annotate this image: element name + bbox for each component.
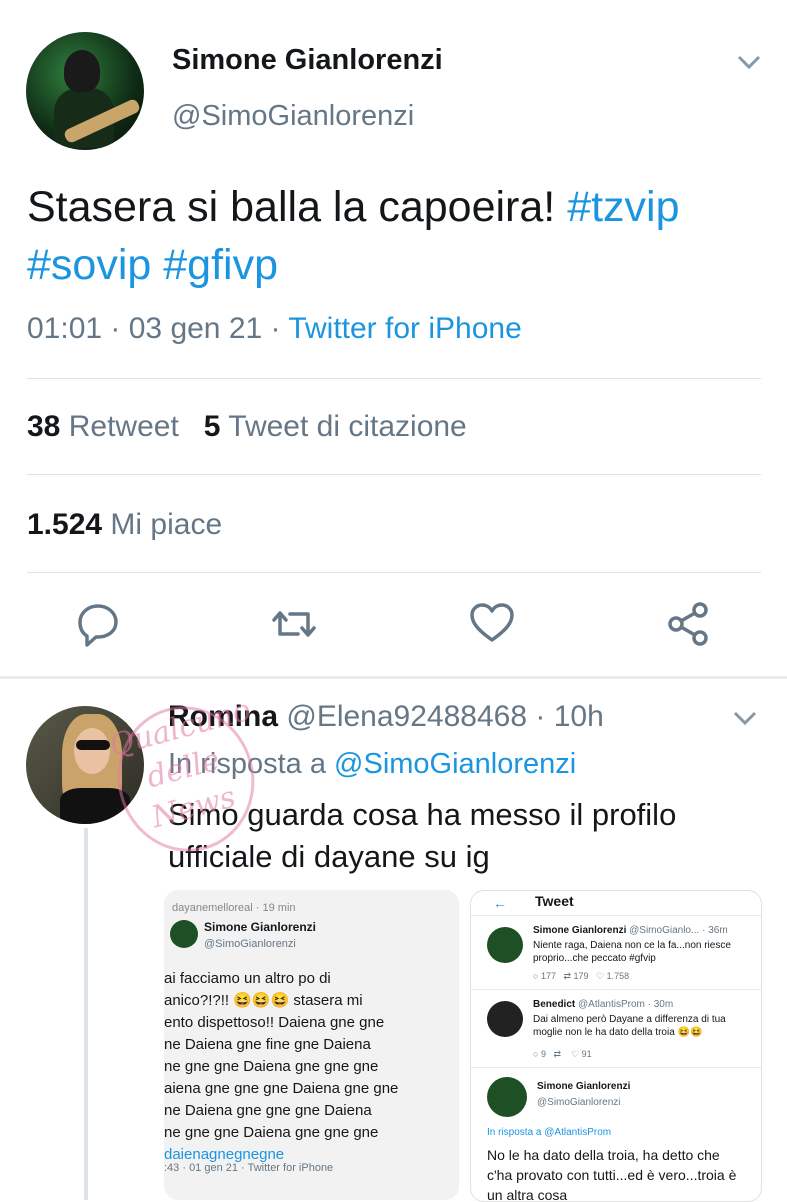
tweet-meta: 01:01 · 03 gen 21 · Twitter for iPhone (27, 312, 522, 346)
tweet-body: Stasera si balla la capoeira! (27, 183, 568, 231)
media-avatar (487, 927, 523, 963)
reply-icon[interactable] (74, 598, 122, 650)
hashtag-link[interactable]: #sovip (27, 241, 151, 289)
chevron-down-icon[interactable] (736, 52, 762, 72)
divider (27, 572, 761, 573)
media-footer: :43 · 01 gen 21 · Twitter for iPhone (164, 1162, 334, 1174)
story-header: dayanemelloreal · 19 min (172, 902, 296, 914)
author-handle[interactable]: @SimoGianlorenzi (172, 100, 414, 133)
likes-count: 1.524 (27, 508, 103, 541)
author-avatar[interactable] (26, 32, 144, 150)
media-author-handle: @SimoGianlorenzi (204, 938, 296, 950)
reply-media-image-1[interactable]: dayanemelloreal · 19 min Simone Gianlore… (164, 890, 459, 1200)
hashtag-link[interactable]: #tzvip (567, 183, 679, 231)
retweets-count: 38 (27, 410, 61, 443)
author-name[interactable]: Simone Gianlorenzi (172, 44, 443, 77)
reply-author-handle[interactable]: @Elena92488468 (286, 700, 527, 733)
media-author-name: Simone Gianlorenzi (204, 920, 317, 934)
retweet-icon[interactable] (270, 598, 318, 650)
tweet-actions (0, 598, 787, 654)
back-arrow-icon: ← (493, 895, 507, 911)
retweet-stats[interactable]: 38 Retweet 5 Tweet di citazione (27, 410, 467, 444)
hashtag-link[interactable]: #gfivp (163, 241, 278, 289)
in-reply-handle-link[interactable]: @SimoGianlorenzi (334, 748, 576, 780)
quotes-count: 5 (203, 410, 221, 443)
divider (27, 378, 761, 379)
chevron-down-icon[interactable] (732, 708, 758, 728)
media-text: ai facciamo un altro po di anico?!?!! 😆😆😆… (164, 970, 399, 1163)
section-separator (0, 676, 787, 679)
share-icon[interactable] (664, 598, 712, 650)
tweet-timestamp: 01:01 · 03 gen 21 · (27, 312, 289, 345)
reply-media-image-2[interactable]: ← Tweet Simone Gianlorenzi @SimoGianlo..… (470, 890, 762, 1202)
tweet-source[interactable]: Twitter for iPhone (288, 312, 521, 345)
tweet-text: Stasera si balla la capoeira! #tzvip #sov… (27, 178, 767, 294)
like-heart-icon[interactable] (468, 598, 516, 650)
thread-line (84, 828, 88, 1200)
media2-title: Tweet (535, 893, 574, 909)
reply-time: · 10h (535, 700, 604, 733)
media-avatar (487, 1001, 523, 1037)
quotes-label: Tweet di citazione (228, 410, 467, 443)
likes-label: Mi piace (110, 508, 223, 541)
likes-stats[interactable]: 1.524 Mi piace (27, 508, 222, 542)
reply-text: Simo guarda cosa ha messo il profilo uff… (168, 797, 677, 874)
divider (27, 474, 761, 475)
media-avatar (487, 1077, 527, 1117)
media-avatar (170, 920, 198, 948)
retweets-label: Retweet (68, 410, 179, 443)
